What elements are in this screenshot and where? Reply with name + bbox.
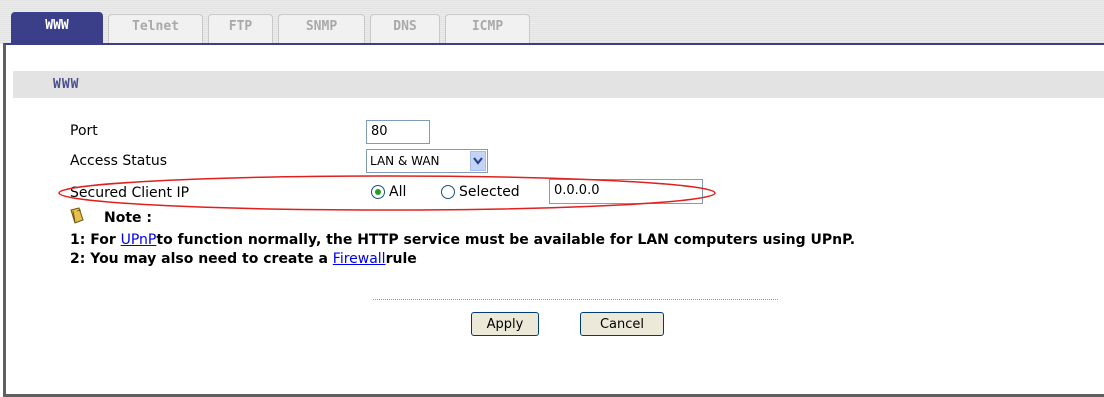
tab-telnet[interactable]: Telnet bbox=[108, 14, 203, 44]
note-line-1-prefix: 1: For bbox=[70, 232, 121, 248]
apply-button[interactable]: Apply bbox=[471, 312, 539, 336]
highlight-ellipse bbox=[58, 175, 716, 211]
note-book-icon bbox=[68, 207, 86, 229]
access-status-select[interactable]: LAN & WAN bbox=[366, 149, 488, 173]
note-line-1-text: to function normally, the HTTP service m… bbox=[156, 232, 856, 248]
note-line-2-prefix: 2: You may also need to create a bbox=[70, 251, 333, 267]
access-status-label: Access Status bbox=[70, 153, 167, 169]
note-line-1: 1: For UPnPto function normally, the HTT… bbox=[70, 232, 855, 248]
port-label: Port bbox=[70, 123, 98, 139]
port-input[interactable]: 80 bbox=[366, 120, 430, 144]
note-title: Note : bbox=[104, 210, 152, 226]
tab-dns[interactable]: DNS bbox=[370, 14, 440, 44]
tab-bar: WWW Telnet FTP SNMP DNS ICMP bbox=[0, 0, 1104, 44]
note-line-2: 2: You may also need to create a Firewal… bbox=[70, 251, 417, 267]
access-status-value: LAN & WAN bbox=[370, 154, 440, 168]
firewall-link[interactable]: Firewall bbox=[333, 251, 386, 267]
upnp-link[interactable]: UPnP bbox=[121, 232, 157, 248]
chevron-down-icon[interactable] bbox=[470, 151, 486, 171]
divider bbox=[373, 299, 778, 300]
tab-ftp[interactable]: FTP bbox=[208, 14, 273, 44]
cancel-button[interactable]: Cancel bbox=[580, 312, 664, 336]
note-line-2-text: rule bbox=[385, 251, 417, 267]
tab-snmp[interactable]: SNMP bbox=[278, 14, 365, 44]
tab-www[interactable]: WWW bbox=[11, 12, 103, 44]
tab-icmp[interactable]: ICMP bbox=[445, 14, 530, 44]
section-title: WWW bbox=[13, 71, 1104, 98]
